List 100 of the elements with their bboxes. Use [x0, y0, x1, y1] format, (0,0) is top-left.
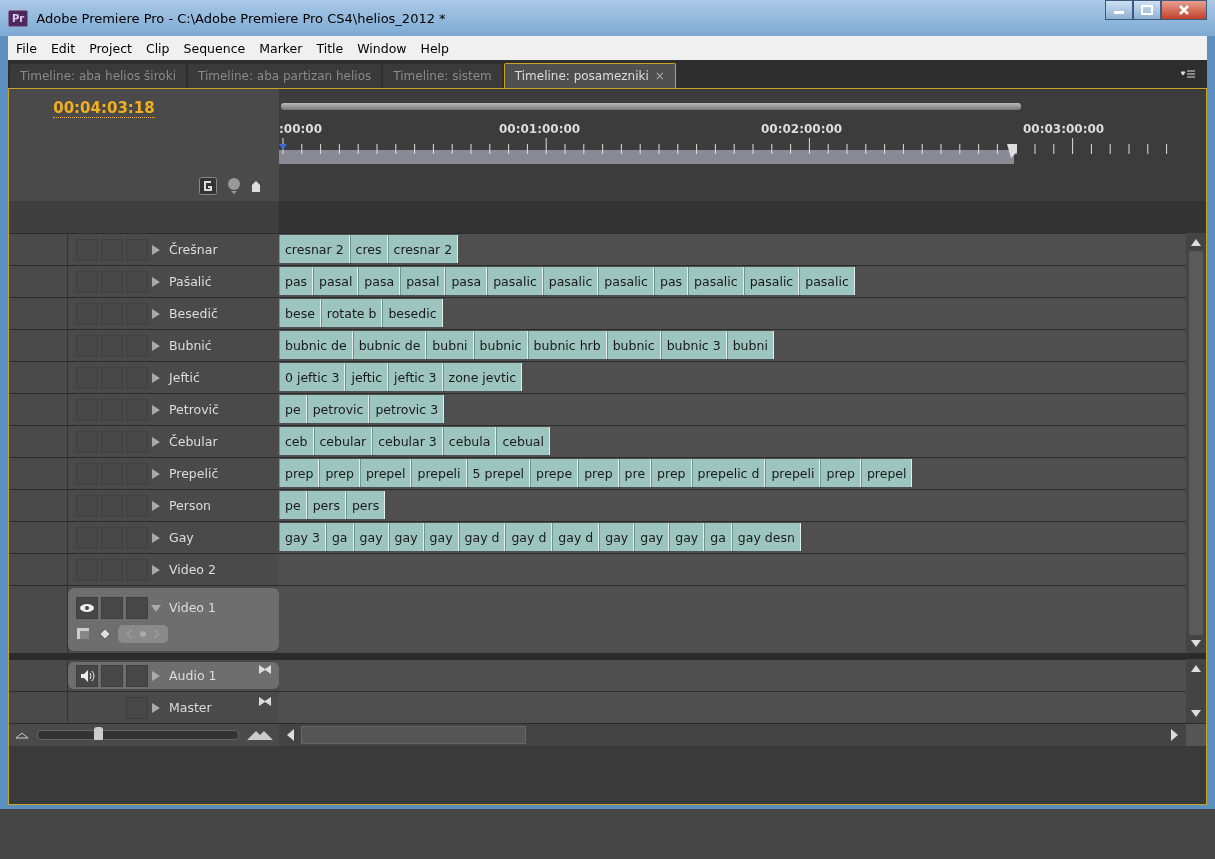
menu-item[interactable]: Project [83, 38, 138, 58]
expand-triangle-icon[interactable] [151, 468, 161, 479]
video-clip[interactable]: cebular 3 [372, 427, 443, 455]
scroll-up-arrow-icon[interactable] [1190, 663, 1202, 673]
video-clip[interactable]: prepelic d [691, 459, 766, 487]
video-clip[interactable]: pasalic [688, 267, 744, 295]
video-clip[interactable]: 5 prepel [466, 459, 531, 487]
video-clip[interactable]: pasalic [799, 267, 855, 295]
video-clip[interactable]: pasalic [487, 267, 543, 295]
video-clip[interactable]: bubnic de [352, 331, 427, 359]
expand-triangle-icon[interactable] [151, 404, 161, 415]
sync-box[interactable] [126, 596, 148, 619]
sync-box[interactable] [126, 664, 148, 687]
video-clip[interactable]: pasalic [542, 267, 599, 295]
menu-item[interactable]: Clip [139, 38, 176, 58]
scroll-down-arrow-icon[interactable] [1190, 639, 1202, 649]
menu-item[interactable]: Help [414, 38, 455, 58]
video-clip[interactable]: prep [820, 459, 861, 487]
video-clip[interactable]: prep [279, 459, 320, 487]
video-clip[interactable]: prepel [359, 459, 412, 487]
video-clip[interactable]: petrovic 3 [369, 395, 445, 423]
video-clip[interactable]: petrovic [306, 395, 370, 423]
menu-item[interactable]: Marker [253, 38, 309, 58]
panel-menu-icon[interactable] [1181, 70, 1195, 80]
menu-item[interactable]: Edit [44, 38, 82, 58]
timecode[interactable]: 00:04:03:18 [53, 99, 155, 118]
zoom-slider-thumb[interactable] [94, 727, 103, 740]
video-clip[interactable]: pasalic [598, 267, 654, 295]
expand-triangle-icon[interactable] [151, 436, 161, 447]
video-clip[interactable]: bubni [726, 331, 774, 359]
video-clip[interactable]: pas [279, 267, 314, 295]
time-ruler[interactable]: :00:00 00:01:00:00 00:02:00:00 00:03:00:00 [279, 89, 1206, 201]
display-style-icon[interactable] [76, 625, 92, 642]
video-clip[interactable]: pasa [358, 267, 401, 295]
expand-triangle-icon[interactable] [151, 244, 161, 255]
video-clip[interactable]: pasal [313, 267, 359, 295]
minimize-button[interactable] [1105, 0, 1133, 20]
expand-triangle-icon[interactable] [151, 702, 161, 713]
collapse-triangle-icon[interactable] [151, 602, 161, 613]
video-clip[interactable]: pe [279, 491, 307, 519]
video-clip[interactable]: ceb [279, 427, 314, 455]
video-clip[interactable]: gay d [458, 523, 506, 551]
video-clip[interactable]: rotate b [320, 299, 383, 327]
timeline-tab[interactable]: Timeline: posamezniki × [503, 63, 676, 88]
video-clip[interactable]: ga [325, 523, 354, 551]
video-clip[interactable]: gay [669, 523, 705, 551]
video-clip[interactable]: cebular [313, 427, 373, 455]
menu-item[interactable]: Title [310, 38, 350, 58]
video-clip[interactable]: zone jevtic [442, 363, 523, 391]
track-header[interactable]: Audio 1 [68, 662, 279, 689]
scroll-right-arrow-icon[interactable] [1170, 728, 1180, 742]
scroll-left-arrow-icon[interactable] [285, 728, 295, 742]
keyframe-navigator[interactable] [118, 624, 168, 643]
video-clip[interactable]: gay 3 [279, 523, 326, 551]
toggle-output-box[interactable] [76, 596, 98, 619]
video-clip[interactable]: prepeli [765, 459, 821, 487]
video-clip[interactable]: bubnic 3 [660, 331, 727, 359]
close-button[interactable] [1161, 0, 1207, 20]
expand-triangle-icon[interactable] [151, 340, 161, 351]
video-clip[interactable]: gay [599, 523, 635, 551]
video-clip[interactable]: bese [279, 299, 321, 327]
video-clip[interactable]: prepe [530, 459, 579, 487]
video-clip[interactable]: ga [704, 523, 732, 551]
video-clip[interactable]: pre [618, 459, 652, 487]
video-clip[interactable]: cresnar 2 [387, 235, 459, 263]
video-clip[interactable]: pasal [400, 267, 446, 295]
video-clip[interactable]: bubni [426, 331, 474, 359]
video-clip[interactable]: prep [319, 459, 360, 487]
video-clip[interactable]: jeftic [345, 363, 389, 391]
video-clip[interactable]: prep [578, 459, 619, 487]
video-clip[interactable]: pers [306, 491, 346, 519]
menu-item[interactable]: Window [351, 38, 413, 58]
video-clip[interactable]: gay [388, 523, 424, 551]
maximize-button[interactable] [1133, 0, 1161, 20]
expand-triangle-icon[interactable] [151, 372, 161, 383]
zoom-slider[interactable] [37, 730, 239, 740]
menu-item[interactable]: File [10, 38, 43, 58]
video-clip[interactable]: cresnar 2 [279, 235, 350, 263]
toggle-output-box[interactable] [76, 664, 98, 687]
scroll-up-arrow-icon[interactable] [1190, 237, 1202, 247]
marker-icon[interactable] [227, 177, 241, 195]
video-clip[interactable]: gay d [552, 523, 600, 551]
video-clip[interactable]: prepel [860, 459, 913, 487]
video-clip[interactable]: pe [279, 395, 307, 423]
video-clip[interactable]: pers [345, 491, 386, 519]
video-clip[interactable]: gay [353, 523, 389, 551]
expand-triangle-icon[interactable] [151, 500, 161, 511]
menu-item[interactable]: Sequence [177, 38, 252, 58]
video-clip[interactable]: prep [651, 459, 692, 487]
snap-icon[interactable] [199, 177, 217, 195]
video-clip[interactable]: gay [634, 523, 670, 551]
video-clip[interactable]: jeftic 3 [388, 363, 443, 391]
video-clip[interactable]: besedic [382, 299, 443, 327]
video-clip[interactable]: bubnic hrb [527, 331, 607, 359]
video-clip[interactable]: cebula [442, 427, 497, 455]
scroll-down-arrow-icon[interactable] [1190, 709, 1202, 719]
video-clip[interactable]: gay desn [731, 523, 801, 551]
video-clip[interactable]: pas [653, 267, 689, 295]
expand-triangle-icon[interactable] [151, 532, 161, 543]
horizontal-scrollbar-thumb[interactable] [301, 726, 526, 744]
